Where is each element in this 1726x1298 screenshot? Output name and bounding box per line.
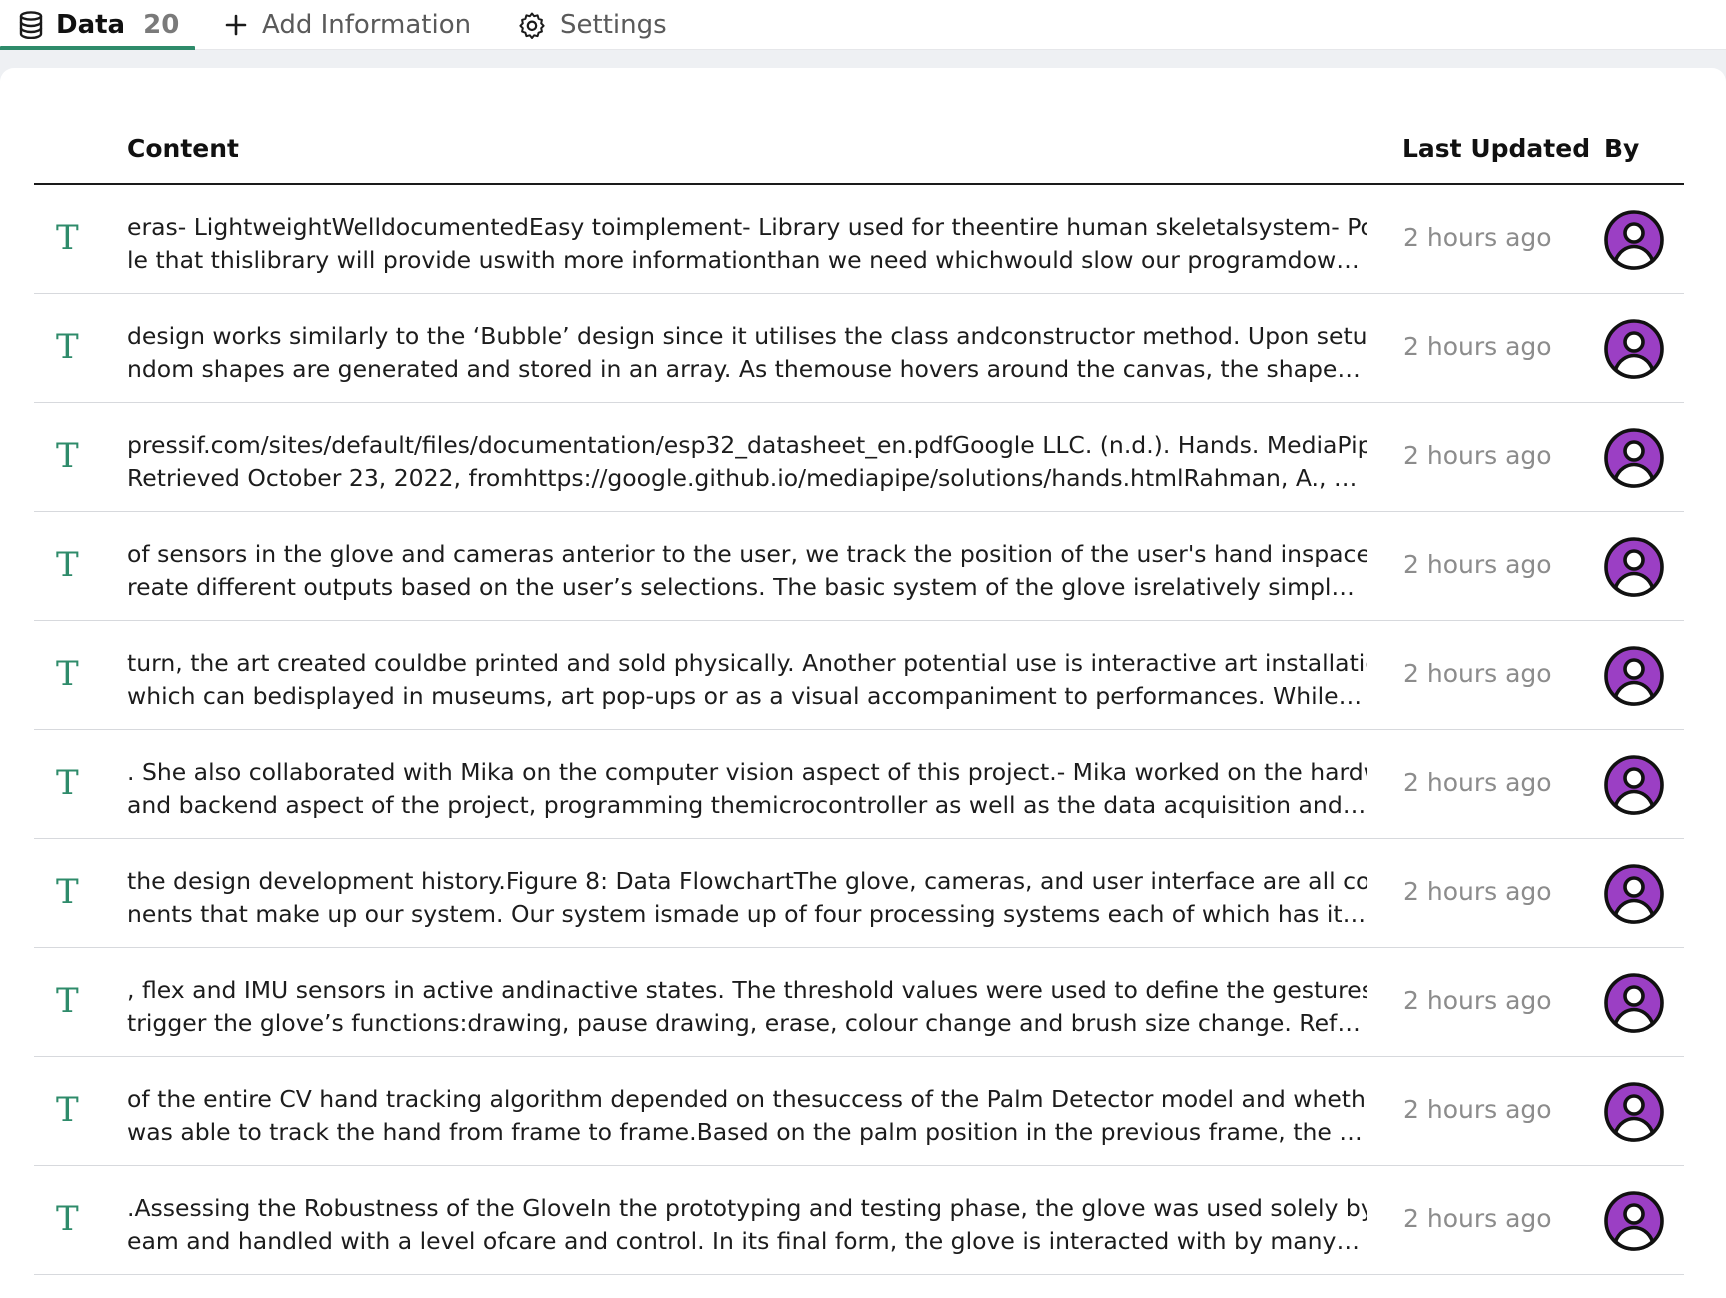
user-avatar-icon[interactable] xyxy=(1603,318,1665,380)
tab-add-information[interactable]: Add Information xyxy=(224,0,471,50)
data-count-badge: 20 xyxy=(143,10,180,40)
row-last-updated: 2 hours ago xyxy=(1403,550,1552,579)
row-content[interactable]: pressif.com/sites/default/files/document… xyxy=(127,429,1367,495)
table-row[interactable]: T pressif.com/sites/default/files/docume… xyxy=(34,403,1684,512)
user-avatar-icon[interactable] xyxy=(1603,1081,1665,1143)
text-type-icon: T xyxy=(56,654,79,694)
content-line-2: trigger the glove’s functions:drawing, p… xyxy=(127,1009,1367,1037)
tab-add-information-label: Add Information xyxy=(262,10,472,40)
content-line-1: design works similarly to the ‘Bubble’ d… xyxy=(127,322,1367,350)
text-type-icon: T xyxy=(56,872,79,912)
content-line-2: Retrieved October 23, 2022, fromhttps://… xyxy=(127,464,1367,492)
table-row[interactable]: T eras- LightweightWelldocumentedEasy to… xyxy=(34,185,1684,294)
table-header: Content Last Updated By xyxy=(34,120,1684,185)
row-content[interactable]: , flex and IMU sensors in active andinac… xyxy=(127,974,1367,1040)
table-row[interactable]: T turn, the art created couldbe printed … xyxy=(34,621,1684,730)
table-row[interactable]: T of the entire CV hand tracking algorit… xyxy=(34,1057,1684,1166)
row-last-updated: 2 hours ago xyxy=(1403,768,1552,797)
content-line-2: ndom shapes are generated and stored in … xyxy=(127,355,1367,383)
text-type-icon: T xyxy=(56,981,79,1021)
row-last-updated: 2 hours ago xyxy=(1403,441,1552,470)
content-line-2: nents that make up our system. Our syste… xyxy=(127,900,1367,928)
table-row[interactable]: T the design development history.Figure … xyxy=(34,839,1684,948)
content-line-1: eras- LightweightWelldocumentedEasy toim… xyxy=(127,213,1367,241)
tab-bar: Data 20 Add Information Settings xyxy=(0,0,1726,51)
text-type-icon: T xyxy=(56,436,79,476)
text-type-icon: T xyxy=(56,218,79,258)
tab-data-label: Data xyxy=(56,10,126,40)
row-content[interactable]: of the entire CV hand tracking algorithm… xyxy=(127,1083,1367,1149)
content-line-2: was able to track the hand from frame to… xyxy=(127,1118,1367,1146)
row-last-updated: 2 hours ago xyxy=(1403,223,1552,252)
content-line-1: of sensors in the glove and cameras ante… xyxy=(127,540,1367,568)
user-avatar-icon[interactable] xyxy=(1603,536,1665,598)
row-last-updated: 2 hours ago xyxy=(1403,877,1552,906)
row-last-updated: 2 hours ago xyxy=(1403,1095,1552,1124)
data-panel: Content Last Updated By T eras- Lightwei… xyxy=(0,68,1726,1298)
content-line-1: . She also collaborated with Mika on the… xyxy=(127,758,1367,786)
content-line-2: le that thislibrary will provide uswith … xyxy=(127,246,1367,274)
row-content[interactable]: eras- LightweightWelldocumentedEasy toim… xyxy=(127,211,1367,277)
content-line-1: .Assessing the Robustness of the GloveIn… xyxy=(127,1194,1367,1222)
text-type-icon: T xyxy=(56,1090,79,1130)
database-icon xyxy=(18,11,44,39)
content-line-1: the design development history.Figure 8:… xyxy=(127,867,1367,895)
text-type-icon: T xyxy=(56,327,79,367)
table-row[interactable]: T of sensors in the glove and cameras an… xyxy=(34,512,1684,621)
row-last-updated: 2 hours ago xyxy=(1403,659,1552,688)
row-content[interactable]: . She also collaborated with Mika on the… xyxy=(127,756,1367,822)
column-header-content[interactable]: Content xyxy=(127,134,239,163)
user-avatar-icon[interactable] xyxy=(1603,645,1665,707)
text-type-icon: T xyxy=(56,1199,79,1239)
column-header-by[interactable]: By xyxy=(1604,134,1639,163)
table-row[interactable]: T , flex and IMU sensors in active andin… xyxy=(34,948,1684,1057)
tab-settings-label: Settings xyxy=(560,10,667,40)
row-content[interactable]: the design development history.Figure 8:… xyxy=(127,865,1367,931)
user-avatar-icon[interactable] xyxy=(1603,972,1665,1034)
table-row[interactable]: T design works similarly to the ‘Bubble’… xyxy=(34,294,1684,403)
column-header-last-updated[interactable]: Last Updated xyxy=(1402,134,1590,163)
text-type-icon: T xyxy=(56,763,79,803)
content-line-1: of the entire CV hand tracking algorithm… xyxy=(127,1085,1367,1113)
content-line-1: turn, the art created couldbe printed an… xyxy=(127,649,1367,677)
user-avatar-icon[interactable] xyxy=(1603,863,1665,925)
table-body: T eras- LightweightWelldocumentedEasy to… xyxy=(34,185,1684,1275)
data-table: Content Last Updated By T eras- Lightwei… xyxy=(34,120,1684,1275)
user-avatar-icon[interactable] xyxy=(1603,209,1665,271)
table-row[interactable]: T . She also collaborated with Mika on t… xyxy=(34,730,1684,839)
content-line-1: pressif.com/sites/default/files/document… xyxy=(127,431,1367,459)
row-content[interactable]: .Assessing the Robustness of the GloveIn… xyxy=(127,1192,1367,1258)
row-last-updated: 2 hours ago xyxy=(1403,332,1552,361)
table-row[interactable]: T .Assessing the Robustness of the Glove… xyxy=(34,1166,1684,1275)
content-line-1: , flex and IMU sensors in active andinac… xyxy=(127,976,1367,1004)
row-content[interactable]: design works similarly to the ‘Bubble’ d… xyxy=(127,320,1367,386)
tab-settings[interactable]: Settings xyxy=(518,0,667,50)
user-avatar-icon[interactable] xyxy=(1603,427,1665,489)
tab-data[interactable]: Data 20 xyxy=(0,0,195,51)
plus-icon xyxy=(224,13,248,37)
text-type-icon: T xyxy=(56,545,79,585)
content-line-2: and backend aspect of the project, progr… xyxy=(127,791,1367,819)
content-line-2: reate different outputs based on the use… xyxy=(127,573,1367,601)
row-content[interactable]: turn, the art created couldbe printed an… xyxy=(127,647,1367,713)
user-avatar-icon[interactable] xyxy=(1603,754,1665,816)
gear-icon xyxy=(518,11,546,39)
content-line-2: which can bedisplayed in museums, art po… xyxy=(127,682,1367,710)
row-last-updated: 2 hours ago xyxy=(1403,1204,1552,1233)
user-avatar-icon[interactable] xyxy=(1603,1190,1665,1252)
row-last-updated: 2 hours ago xyxy=(1403,986,1552,1015)
row-content[interactable]: of sensors in the glove and cameras ante… xyxy=(127,538,1367,604)
content-line-2: eam and handled with a level ofcare and … xyxy=(127,1227,1367,1255)
